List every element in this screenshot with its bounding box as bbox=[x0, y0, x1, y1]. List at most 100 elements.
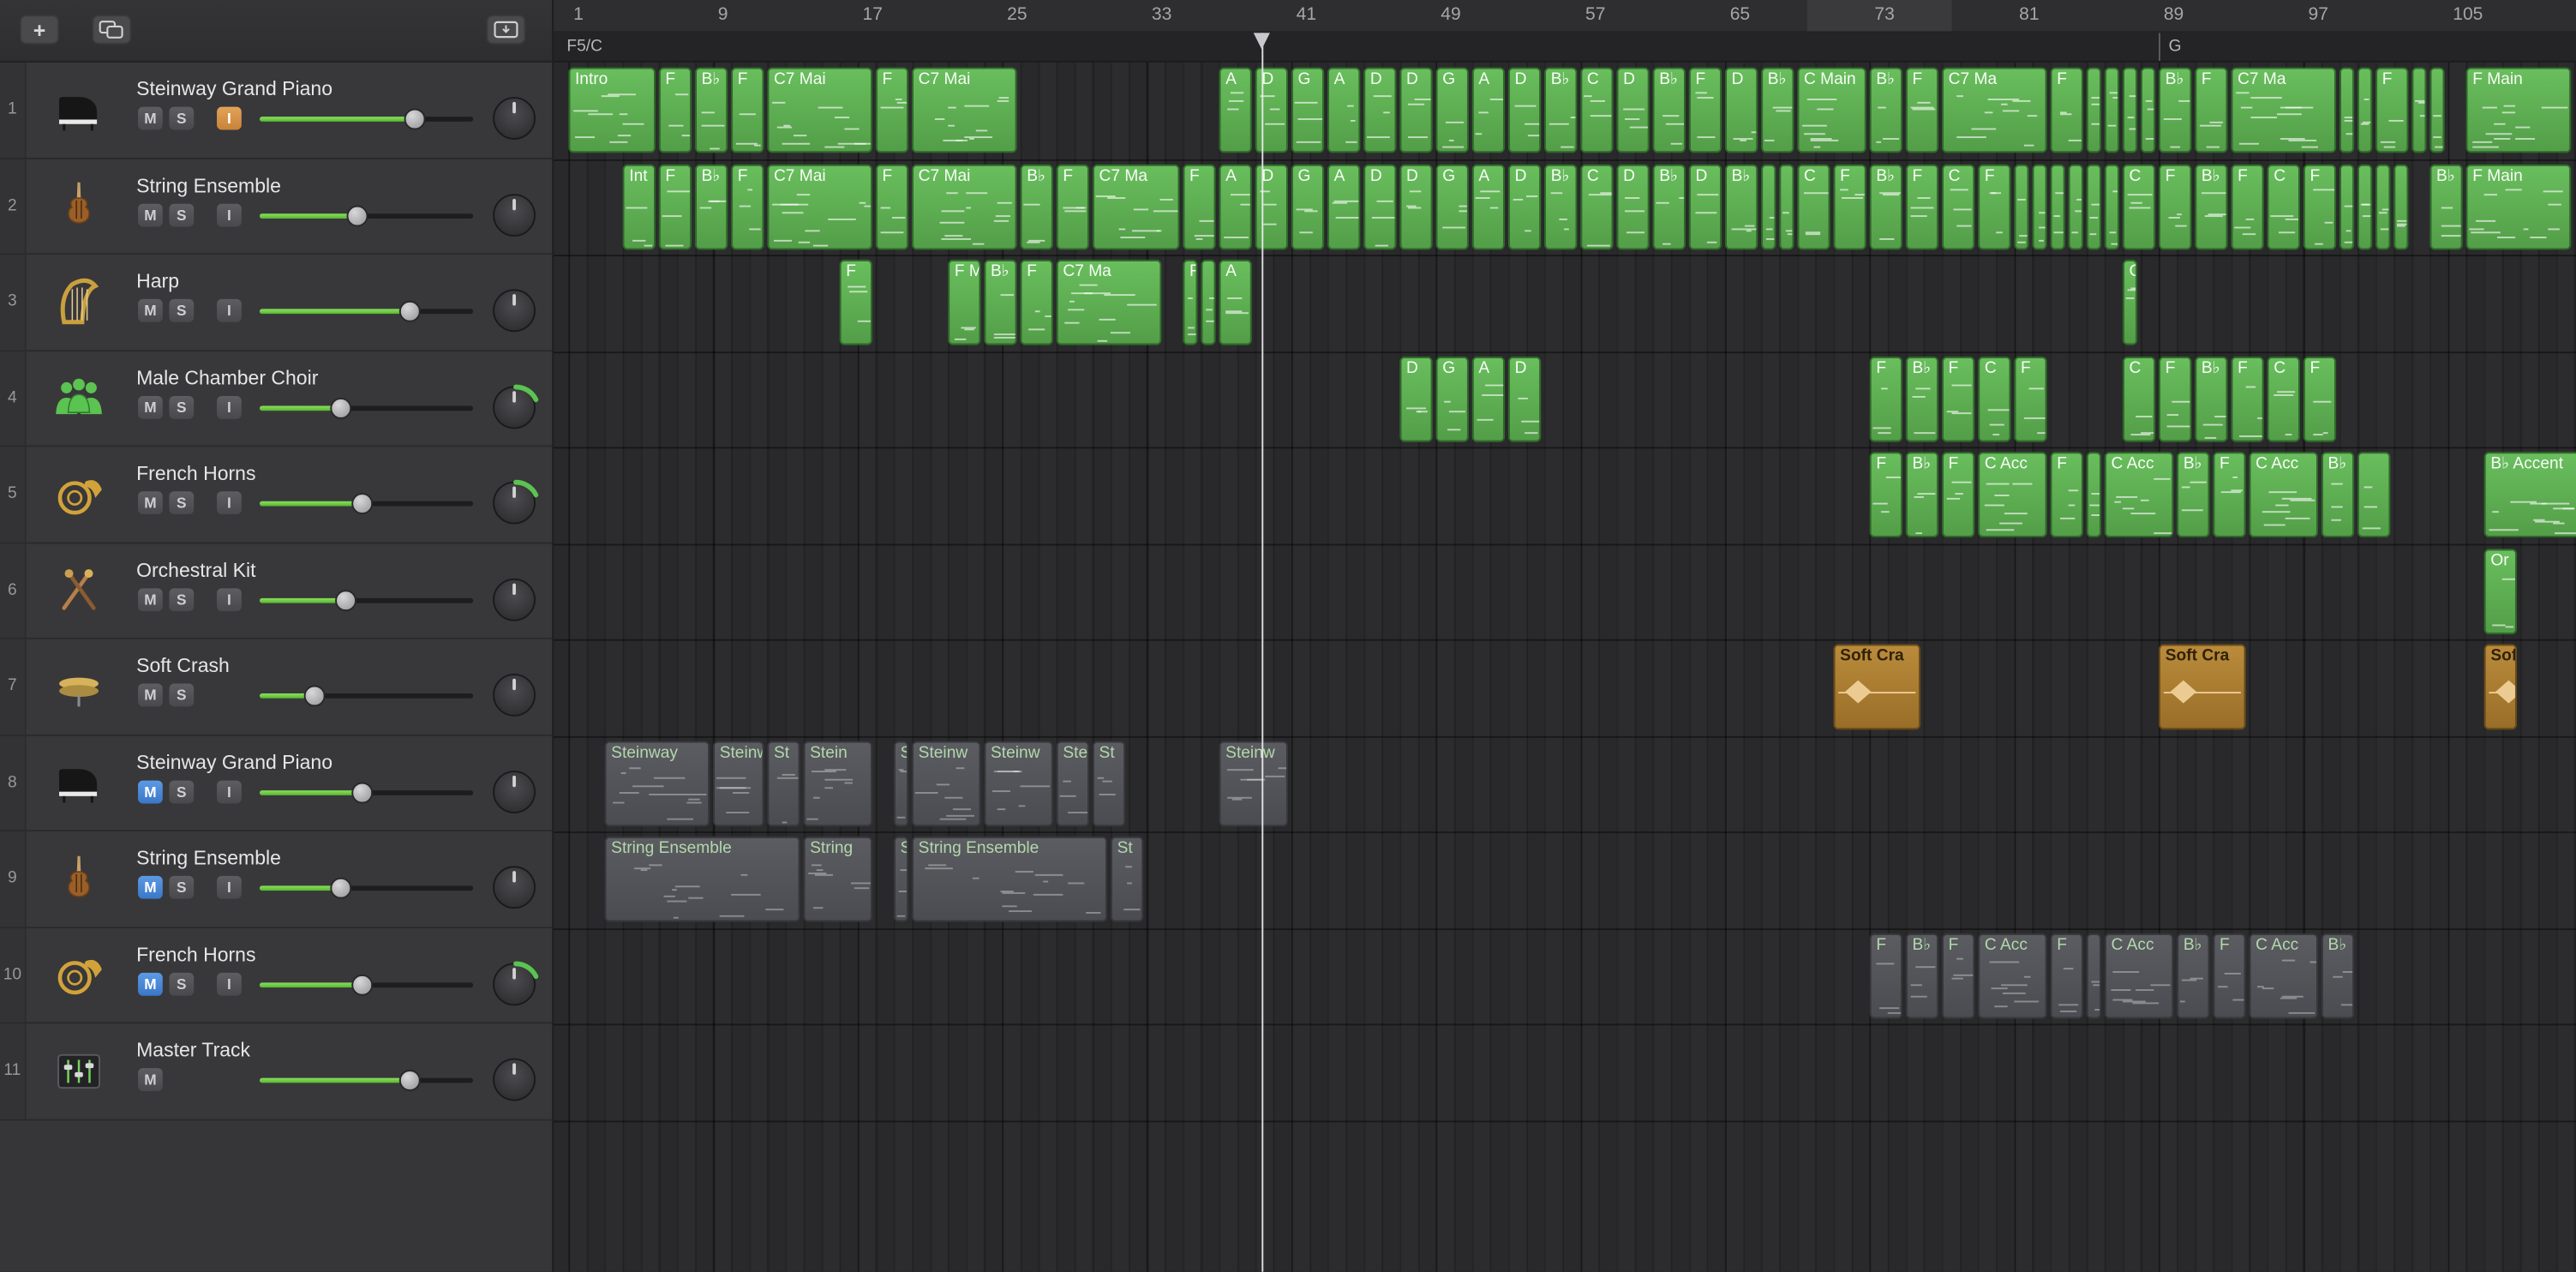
solo-button[interactable]: S bbox=[169, 684, 194, 707]
region[interactable]: D bbox=[1363, 68, 1396, 153]
region[interactable] bbox=[2087, 452, 2101, 537]
volume-slider[interactable] bbox=[260, 397, 473, 418]
volume-slider[interactable] bbox=[260, 205, 473, 226]
region[interactable]: Soft Cra bbox=[2159, 645, 2246, 730]
playhead-handle[interactable] bbox=[1254, 33, 1270, 49]
region[interactable] bbox=[2429, 68, 2444, 153]
region[interactable] bbox=[2411, 68, 2426, 153]
region[interactable]: D bbox=[1255, 164, 1288, 249]
region[interactable]: Int bbox=[623, 164, 656, 249]
track-header[interactable]: 11Master TrackM bbox=[0, 1023, 554, 1119]
region[interactable] bbox=[1201, 260, 1215, 345]
input-monitor-button[interactable]: I bbox=[217, 299, 242, 322]
region[interactable] bbox=[2032, 164, 2046, 249]
region[interactable] bbox=[2087, 68, 2101, 153]
region[interactable]: F bbox=[2159, 356, 2191, 441]
region[interactable]: Steinw bbox=[912, 741, 981, 826]
region[interactable]: B♭ bbox=[2321, 933, 2354, 1018]
region[interactable]: D bbox=[1616, 164, 1649, 249]
region[interactable] bbox=[2069, 164, 2083, 249]
region[interactable]: G bbox=[2123, 260, 2137, 345]
region[interactable]: F Main bbox=[2466, 164, 2572, 249]
bar-ruler[interactable]: 191725334149576573818997105 bbox=[554, 0, 2576, 33]
volume-slider-thumb[interactable] bbox=[352, 974, 374, 995]
region[interactable]: Soft bbox=[2484, 645, 2517, 730]
input-monitor-button[interactable]: I bbox=[217, 203, 242, 226]
volume-slider-thumb[interactable] bbox=[331, 397, 352, 418]
region[interactable]: D bbox=[1689, 164, 1722, 249]
region[interactable]: C bbox=[1580, 164, 1613, 249]
mute-button[interactable]: M bbox=[138, 299, 163, 322]
solo-button[interactable]: S bbox=[169, 299, 194, 322]
volume-slider-thumb[interactable] bbox=[346, 205, 368, 226]
region[interactable]: F bbox=[2014, 356, 2046, 441]
region[interactable]: G bbox=[1436, 68, 1469, 153]
volume-slider-thumb[interactable] bbox=[404, 109, 425, 130]
region[interactable]: C Acc bbox=[2105, 933, 2174, 1018]
region[interactable]: B♭ bbox=[2177, 933, 2209, 1018]
region[interactable]: A bbox=[1219, 260, 1251, 345]
volume-slider-thumb[interactable] bbox=[352, 782, 374, 803]
track-header[interactable]: 4Male Chamber ChoirMSI bbox=[0, 351, 554, 447]
region[interactable]: A bbox=[1219, 164, 1251, 249]
region[interactable]: F bbox=[1870, 356, 1902, 441]
region[interactable]: F bbox=[876, 68, 908, 153]
region[interactable]: F bbox=[731, 68, 764, 153]
region[interactable]: Or bbox=[2484, 548, 2517, 633]
duplicate-track-button[interactable] bbox=[92, 15, 131, 45]
solo-button[interactable]: S bbox=[169, 107, 194, 130]
region[interactable]: B♭ bbox=[1761, 68, 1794, 153]
region[interactable]: F bbox=[2303, 164, 2336, 249]
region[interactable] bbox=[2393, 164, 2408, 249]
region[interactable]: F bbox=[659, 68, 692, 153]
region[interactable]: D bbox=[1508, 356, 1541, 441]
region[interactable]: F bbox=[1942, 452, 1974, 537]
region[interactable]: St bbox=[894, 837, 908, 922]
region[interactable]: F bbox=[2051, 68, 2083, 153]
region[interactable]: F bbox=[2051, 452, 2083, 537]
region[interactable] bbox=[2123, 68, 2137, 153]
region[interactable]: B♭ bbox=[984, 260, 1016, 345]
region[interactable]: F bbox=[876, 164, 908, 249]
region[interactable]: B♭ bbox=[1653, 68, 1686, 153]
region[interactable]: C7 Mai bbox=[767, 164, 872, 249]
region[interactable]: A bbox=[1327, 68, 1360, 153]
input-monitor-button[interactable]: I bbox=[217, 395, 242, 418]
mute-button[interactable]: M bbox=[138, 491, 163, 514]
region[interactable] bbox=[2051, 164, 2065, 249]
region[interactable]: C7 Ma bbox=[1057, 260, 1162, 345]
region[interactable]: F bbox=[2231, 356, 2263, 441]
region[interactable] bbox=[2105, 68, 2119, 153]
region[interactable]: F bbox=[2303, 356, 2336, 441]
region[interactable]: C bbox=[2123, 164, 2155, 249]
region[interactable]: Soft Cra bbox=[1833, 645, 1920, 730]
region[interactable]: B♭ bbox=[1544, 164, 1577, 249]
input-monitor-button[interactable]: I bbox=[217, 587, 242, 610]
region[interactable] bbox=[1779, 164, 1794, 249]
region[interactable]: C Acc bbox=[2105, 452, 2174, 537]
region[interactable] bbox=[2105, 164, 2119, 249]
solo-button[interactable]: S bbox=[169, 780, 194, 803]
region[interactable]: B♭ bbox=[2195, 164, 2227, 249]
region[interactable] bbox=[2357, 68, 2372, 153]
pan-knob[interactable] bbox=[493, 866, 536, 909]
region[interactable] bbox=[2087, 164, 2101, 249]
playhead[interactable] bbox=[1262, 33, 1264, 1271]
mute-button[interactable]: M bbox=[138, 780, 163, 803]
region[interactable]: B♭ bbox=[695, 68, 728, 153]
region[interactable]: D bbox=[1255, 68, 1288, 153]
pan-knob[interactable] bbox=[493, 1059, 536, 1101]
region[interactable]: F bbox=[1942, 356, 1974, 441]
input-monitor-button[interactable]: I bbox=[217, 107, 242, 130]
region[interactable] bbox=[2375, 164, 2390, 249]
region[interactable]: F bbox=[1183, 260, 1197, 345]
region[interactable]: A bbox=[1472, 68, 1505, 153]
region[interactable]: C7 Mai bbox=[912, 68, 1017, 153]
region[interactable]: F bbox=[2213, 452, 2245, 537]
region[interactable]: F bbox=[2195, 68, 2227, 153]
mute-button[interactable]: M bbox=[138, 876, 163, 899]
add-track-button[interactable]: + bbox=[20, 15, 59, 45]
solo-button[interactable]: S bbox=[169, 587, 194, 610]
pan-knob[interactable] bbox=[493, 289, 536, 332]
region[interactable] bbox=[2357, 452, 2390, 537]
